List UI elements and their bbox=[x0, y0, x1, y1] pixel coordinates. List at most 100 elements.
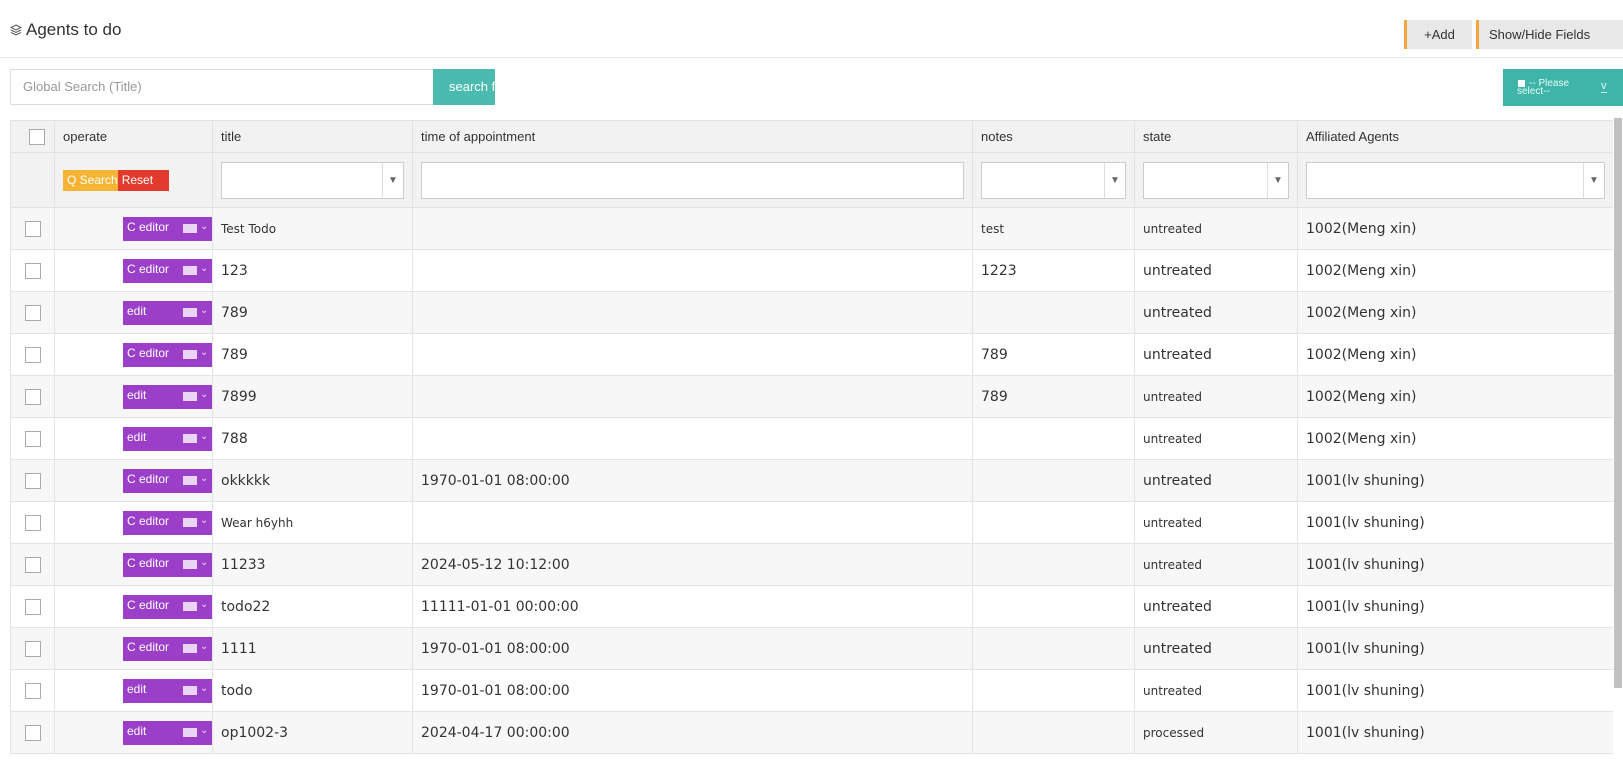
edit-button[interactable]: edit ⌄ bbox=[123, 720, 212, 745]
table-row: edit ⌄ 788 untreated 1002(Meng xin) bbox=[10, 417, 1614, 460]
vertical-scrollbar[interactable] bbox=[1613, 118, 1623, 762]
row-checkbox[interactable] bbox=[24, 640, 41, 657]
chevron-down-icon: ⌄ bbox=[200, 514, 209, 526]
edit-button[interactable]: C editor ⌄ bbox=[123, 594, 212, 619]
column-header-notes[interactable]: notes bbox=[972, 120, 1135, 153]
row-state: untreated bbox=[1134, 249, 1298, 292]
row-time bbox=[412, 249, 973, 292]
edit-button[interactable]: C editor ⌄ bbox=[123, 258, 212, 283]
row-operate-cell: C editor ⌄ bbox=[54, 459, 213, 502]
row-checkbox[interactable] bbox=[24, 682, 41, 699]
row-title: todo bbox=[212, 669, 413, 712]
edit-button[interactable]: C editor ⌄ bbox=[123, 552, 212, 577]
filter-select[interactable]: -- Please select-- v bbox=[1503, 69, 1623, 106]
filter-empty-cell bbox=[10, 152, 55, 208]
edit-button[interactable]: edit ⌄ bbox=[123, 384, 212, 409]
edit-button[interactable]: C editor ⌄ bbox=[123, 468, 212, 493]
row-checkbox[interactable] bbox=[24, 262, 41, 279]
row-notes: test bbox=[972, 207, 1135, 250]
time-filter-input[interactable] bbox=[421, 161, 964, 199]
edit-button[interactable]: C editor ⌄ bbox=[123, 636, 212, 661]
row-title: 11233 bbox=[212, 543, 413, 586]
edit-button[interactable]: C editor ⌄ bbox=[123, 216, 212, 241]
menu-icon bbox=[183, 559, 197, 569]
row-select-cell bbox=[10, 627, 55, 670]
edit-button[interactable]: edit ⌄ bbox=[123, 300, 212, 325]
filter-title-cell: ▼ bbox=[212, 152, 413, 208]
row-state: untreated bbox=[1134, 291, 1298, 334]
filter-time-cell bbox=[412, 152, 973, 208]
row-select-cell bbox=[10, 711, 55, 754]
add-button[interactable]: +Add bbox=[1404, 20, 1472, 49]
filter-actions-cell: Q Search Reset bbox=[54, 152, 213, 208]
row-title: 788 bbox=[212, 417, 413, 460]
row-checkbox[interactable] bbox=[24, 220, 41, 237]
edit-button-label: C editor bbox=[127, 639, 170, 654]
title-filter-select[interactable]: ▼ bbox=[221, 161, 404, 199]
column-header-time[interactable]: time of appointment bbox=[412, 120, 973, 153]
row-select-cell bbox=[10, 543, 55, 586]
row-notes: 789 bbox=[972, 333, 1135, 376]
row-checkbox[interactable] bbox=[24, 472, 41, 489]
row-agent: 1001(lv shuning) bbox=[1297, 459, 1614, 502]
dropdown-arrow-icon: ▼ bbox=[382, 162, 403, 198]
page-title-text: Agents to do bbox=[26, 20, 122, 39]
quick-search-button[interactable]: Q Search bbox=[63, 169, 122, 191]
menu-icon bbox=[183, 307, 197, 317]
row-title: 789 bbox=[212, 333, 413, 376]
row-time bbox=[412, 207, 973, 250]
row-notes bbox=[972, 711, 1135, 754]
row-checkbox[interactable] bbox=[24, 556, 41, 573]
edit-button[interactable]: edit ⌄ bbox=[123, 678, 212, 703]
table-row: C editor ⌄ 1111 1970-01-01 08:00:00 untreate… bbox=[10, 627, 1614, 670]
row-state: untreated bbox=[1134, 375, 1298, 418]
row-state: processed bbox=[1134, 711, 1298, 754]
row-notes: 789 bbox=[972, 375, 1135, 418]
scrollbar-thumb[interactable] bbox=[1614, 118, 1622, 688]
row-title: op1002-3 bbox=[212, 711, 413, 754]
notes-filter-select[interactable]: ▼ bbox=[981, 161, 1126, 199]
agents-filter-select[interactable]: ▼ bbox=[1306, 161, 1605, 199]
show-hide-fields-button[interactable]: Show/Hide Fields bbox=[1476, 20, 1623, 49]
row-checkbox[interactable] bbox=[24, 346, 41, 363]
row-select-cell bbox=[10, 291, 55, 334]
row-time bbox=[412, 375, 973, 418]
chevron-down-icon: ⌄ bbox=[200, 472, 209, 484]
column-header-agents[interactable]: Affiliated Agents bbox=[1297, 120, 1614, 153]
edit-button-label: edit bbox=[127, 303, 147, 318]
row-time: 2024-04-17 00:00:00 bbox=[412, 711, 973, 754]
row-checkbox[interactable] bbox=[24, 724, 41, 741]
edit-button-label: C editor bbox=[127, 513, 170, 528]
chevron-down-icon: ⌄ bbox=[200, 598, 209, 610]
row-operate-cell: edit ⌄ bbox=[54, 711, 213, 754]
edit-button[interactable]: edit ⌄ bbox=[123, 426, 212, 451]
row-time: 11111-01-01 00:00:00 bbox=[412, 585, 973, 628]
chevron-down-icon: ⌄ bbox=[200, 304, 209, 316]
edit-button[interactable]: C editor ⌄ bbox=[123, 510, 212, 535]
menu-icon bbox=[183, 517, 197, 527]
row-agent: 1001(lv shuning) bbox=[1297, 543, 1614, 586]
table-row: C editor ⌄ Wear h6yhh untreated 1001(lv shun… bbox=[10, 501, 1614, 544]
row-checkbox[interactable] bbox=[24, 430, 41, 447]
row-notes: 1223 bbox=[972, 249, 1135, 292]
reset-button[interactable]: Reset bbox=[117, 169, 170, 191]
state-filter-select[interactable]: ▼ bbox=[1143, 161, 1289, 199]
row-checkbox[interactable] bbox=[24, 598, 41, 615]
select-all-checkbox[interactable] bbox=[28, 128, 45, 145]
row-checkbox[interactable] bbox=[24, 304, 41, 321]
row-agent: 1001(lv shuning) bbox=[1297, 585, 1614, 628]
row-time: 2024-05-12 10:12:00 bbox=[412, 543, 973, 586]
table-row: edit ⌄ op1002-3 2024-04-17 00:00:00 processe… bbox=[10, 711, 1614, 754]
row-checkbox[interactable] bbox=[24, 514, 41, 531]
table-row: C editor ⌄ Test Todo test untreated 1002(Meng… bbox=[10, 207, 1614, 250]
edit-button[interactable]: C editor ⌄ bbox=[123, 342, 212, 367]
column-header-title[interactable]: title bbox=[212, 120, 413, 153]
dropdown-arrow-icon: ▼ bbox=[1104, 162, 1125, 198]
search-button[interactable]: search f bbox=[433, 69, 495, 105]
global-search-input[interactable]: Global Search (Title) bbox=[10, 69, 434, 105]
column-header-state[interactable]: state bbox=[1134, 120, 1298, 153]
menu-icon bbox=[183, 685, 197, 695]
row-agent: 1002(Meng xin) bbox=[1297, 417, 1614, 460]
row-agent: 1001(lv shuning) bbox=[1297, 501, 1614, 544]
row-checkbox[interactable] bbox=[24, 388, 41, 405]
